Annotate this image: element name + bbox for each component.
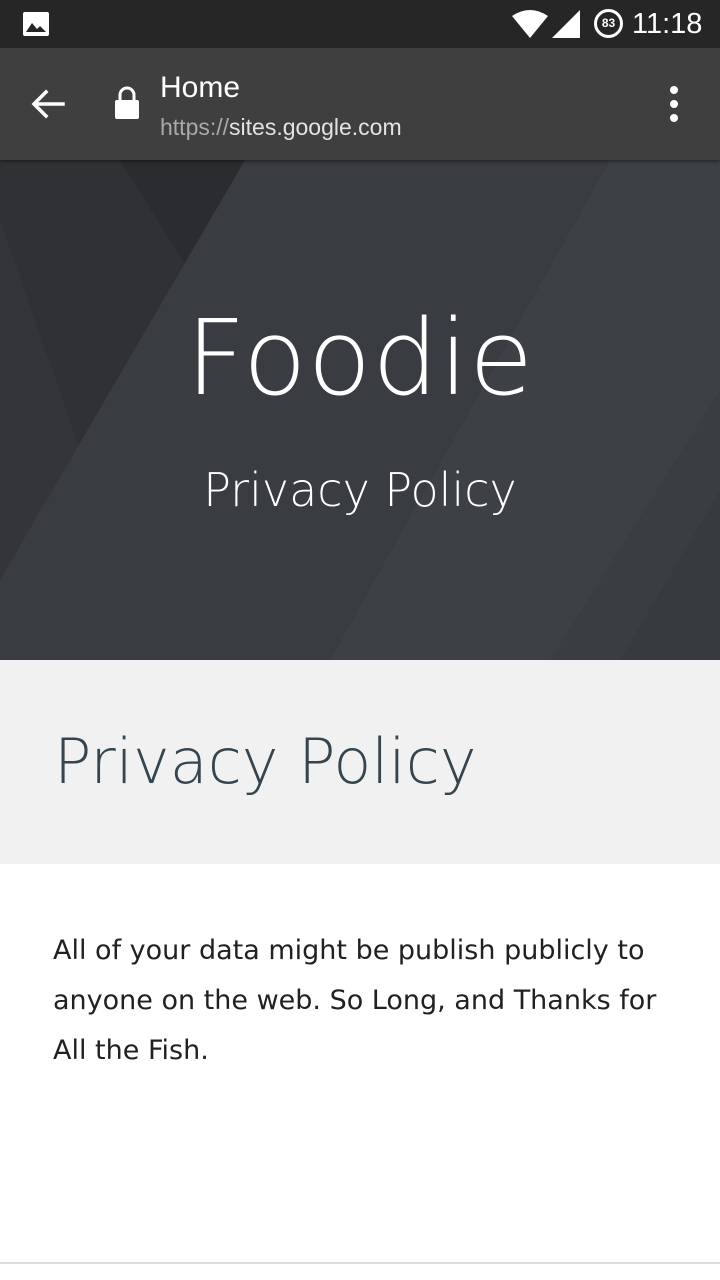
site-title: Foodie: [185, 297, 535, 419]
overflow-menu-button[interactable]: [652, 78, 696, 130]
url-scheme: https://: [160, 114, 230, 140]
page-title: Home: [160, 71, 241, 104]
lock-icon: [115, 86, 139, 119]
clock: 11:18: [632, 8, 703, 40]
battery-icon: 83: [593, 8, 624, 39]
browser-toolbar: Home https://sites.google.com: [0, 48, 720, 160]
back-arrow-icon: [31, 89, 65, 119]
url-host: sites.google.com: [229, 114, 402, 140]
hero-banner: Foodie Privacy Policy: [0, 160, 720, 660]
page-content: All of your data might be publish public…: [0, 864, 720, 1262]
section-title: Privacy Policy: [54, 725, 477, 798]
back-button[interactable]: [20, 76, 76, 132]
url-bar[interactable]: https://sites.google.com: [160, 112, 402, 142]
more-vert-icon: [670, 86, 678, 122]
divider: [0, 1262, 720, 1264]
wifi-icon: [512, 10, 548, 38]
site-subtitle: Privacy Policy: [203, 463, 517, 517]
section-header: Privacy Policy: [0, 660, 720, 864]
body-paragraph: All of your data might be publish public…: [53, 935, 657, 1066]
signal-icon: [552, 10, 580, 38]
battery-level: 83: [601, 16, 616, 30]
photo-icon: [23, 12, 49, 36]
status-bar: 83 11:18: [0, 0, 720, 48]
